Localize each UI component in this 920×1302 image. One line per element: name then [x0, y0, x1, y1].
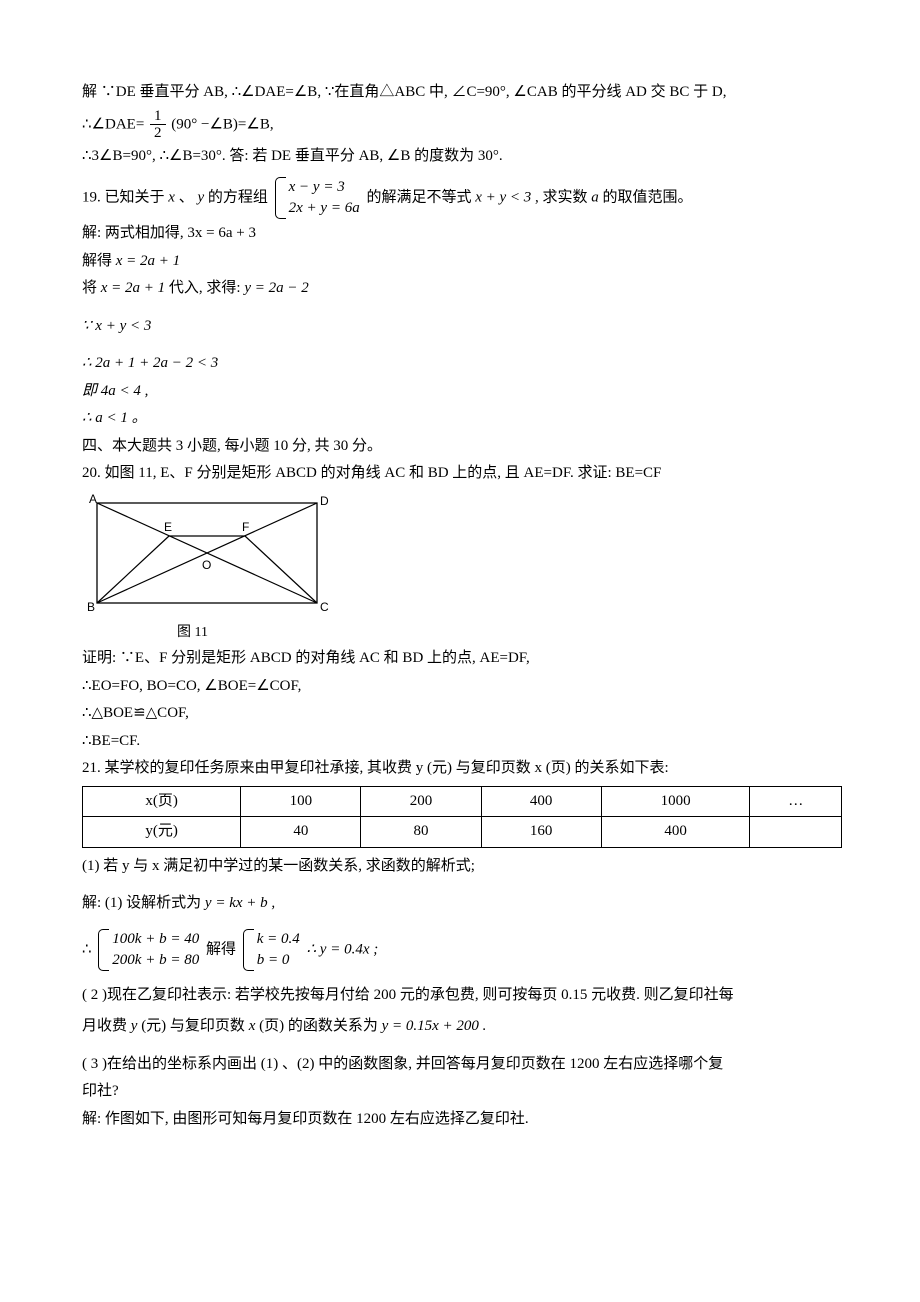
p19-sol1-text: 解: 两式相加得, 3x = 6a + 3	[82, 225, 256, 241]
right-system: k = 0.4 b = 0	[243, 929, 300, 971]
var-a: a	[591, 189, 599, 205]
left-system: 100k + b = 40 200k + b = 80	[98, 929, 199, 971]
p21-s1a: 解: (1) 设解析式为	[82, 895, 201, 911]
cell: …	[750, 786, 842, 817]
cell: y(元)	[83, 817, 241, 848]
p21-mid: 解得	[206, 941, 236, 957]
p18-l2a: ∴∠DAE=	[82, 116, 144, 132]
p21-q2b-eq: y = 0.15x + 200 .	[382, 1018, 487, 1034]
p19-sol4: ∵ x + y < 3	[82, 314, 842, 340]
p21-q2b-c: (页) 的函数关系为	[259, 1018, 378, 1034]
p19-sol1: 解: 两式相加得, 3x = 6a + 3	[82, 221, 842, 247]
price-table: x(页) 100 200 400 1000 … y(元) 40 80 160 4…	[82, 786, 842, 848]
var-y: y	[197, 189, 204, 205]
p21-q2b-b: (元) 与复印页数	[141, 1018, 245, 1034]
table-row: x(页) 100 200 400 1000 …	[83, 786, 842, 817]
sysR-r1: k = 0.4	[257, 929, 300, 950]
cell: 160	[481, 817, 601, 848]
label-C: C	[320, 600, 329, 614]
rectangle-diagram: A D B C E F O	[82, 491, 332, 621]
frac-num: 1	[150, 108, 166, 126]
p19-stem-a: 19. 已知关于	[82, 189, 165, 205]
cell: 1000	[601, 786, 750, 817]
p19-stem-c: 的方程组	[208, 189, 268, 205]
label-D: D	[320, 494, 329, 508]
p19-sol3b: 代入, 求得:	[169, 280, 244, 296]
figure-caption: 图 11	[177, 621, 842, 645]
p21-s1b: y = kx + b ,	[205, 895, 275, 911]
sysR-r2: b = 0	[257, 950, 300, 971]
p21-system-line: ∴ 100k + b = 40 200k + b = 80 解得 k = 0.4…	[82, 929, 842, 971]
p18-line1: 解 ∵DE 垂直平分 AB, ∴∠DAE=∠B, ∵在直角△ABC 中, ∠C=…	[82, 80, 842, 106]
cell: x(页)	[83, 786, 241, 817]
table-row: y(元) 40 80 160 400	[83, 817, 842, 848]
p21-s1: 解: (1) 设解析式为 y = kx + b ,	[82, 891, 842, 917]
p19-sol3a: 将	[82, 280, 97, 296]
cell	[750, 817, 842, 848]
label-F: F	[242, 520, 249, 534]
sysL-r2: 200k + b = 80	[112, 950, 199, 971]
label-A: A	[89, 492, 97, 506]
p19-sol6-text: 即 4a < 4 ,	[82, 383, 148, 399]
p20-proof3: ∴△BOE≌△COF,	[82, 701, 842, 727]
p18-line2: ∴∠DAE= 1 2 (90° −∠B)=∠B,	[82, 108, 842, 142]
p20-proof4: ∴BE=CF.	[82, 729, 842, 755]
section-4-header: 四、本大题共 3 小题, 每小题 10 分, 共 30 分。	[82, 434, 842, 460]
p21-q3a: ( 3 )在给出的坐标系内画出 (1) 、(2) 中的函数图象, 并回答每月复印…	[82, 1052, 842, 1078]
equation-system: x − y = 3 2x + y = 6a	[275, 177, 360, 219]
var-x: x	[168, 189, 175, 205]
p19-stem: 19. 已知关于 x 、 y 的方程组 x − y = 3 2x + y = 6…	[82, 177, 842, 219]
p19-stem-d: 的解满足不等式	[366, 189, 471, 205]
p18-l2b: (90° −∠B)=∠B,	[171, 116, 273, 132]
p20-proof1: 证明: ∵E、F 分别是矩形 ABCD 的对角线 AC 和 BD 上的点, AE…	[82, 646, 842, 672]
p19-sol3: 将 x = 2a + 1 代入, 求得: y = 2a − 2	[82, 276, 842, 302]
cell: 80	[361, 817, 481, 848]
label-B: B	[87, 600, 95, 614]
cell: 40	[241, 817, 361, 848]
cell: 100	[241, 786, 361, 817]
cell: 200	[361, 786, 481, 817]
p19-sol6: 即 4a < 4 ,	[82, 379, 842, 405]
p19-stem-f: 的取值范围。	[603, 189, 693, 205]
p20-proof2: ∴EO=FO, BO=CO, ∠BOE=∠COF,	[82, 674, 842, 700]
cell: 400	[601, 817, 750, 848]
sysL-r1: 100k + b = 40	[112, 929, 199, 950]
p19-sol3-mid: x = 2a + 1	[101, 280, 165, 296]
p21-s3: 解: 作图如下, 由图形可知每月复印页数在 1200 左右应选择乙复印社.	[82, 1107, 842, 1133]
fraction-one-half: 1 2	[150, 108, 166, 142]
p21-q2b-a: 月收费	[82, 1018, 127, 1034]
label-E: E	[164, 520, 172, 534]
sys-row2: 2x + y = 6a	[289, 198, 360, 219]
p20-stem: 20. 如图 11, E、F 分别是矩形 ABCD 的对角线 AC 和 BD 上…	[82, 461, 842, 487]
var-y2: y	[131, 1018, 141, 1034]
cell: 400	[481, 786, 601, 817]
p19-stem-e: , 求实数	[535, 189, 588, 205]
p19-sol7: ∴ a < 1 。	[82, 406, 842, 432]
p21-q2a: ( 2 )现在乙复印社表示: 若学校先按每月付给 200 元的承包费, 则可按每…	[82, 983, 842, 1009]
p18-line3: ∴3∠B=90°, ∴∠B=30°. 答: 若 DE 垂直平分 AB, ∠B 的…	[82, 144, 842, 170]
frac-den: 2	[150, 125, 166, 142]
p21-q3b: 印社?	[82, 1079, 842, 1105]
p19-sol2: 解得 解得 x = 2a + 1x = 2a + 1	[82, 249, 842, 275]
p19-stem-b: 、	[179, 189, 194, 205]
p21-stem: 21. 某学校的复印任务原来由甲复印社承接, 其收费 y (元) 与复印页数 x…	[82, 756, 842, 782]
p21-q2b: 月收费 y (元) 与复印页数 x (页) 的函数关系为 y = 0.15x +…	[82, 1014, 842, 1040]
label-O: O	[202, 558, 211, 572]
p21-concl: ∴ y = 0.4x ;	[307, 941, 379, 957]
var-x2: x	[249, 1018, 259, 1034]
p19-sol5: ∴ 2a + 1 + 2a − 2 < 3	[82, 351, 842, 377]
sys-row1: x − y = 3	[289, 177, 360, 198]
p19-ineq: x + y < 3	[475, 189, 531, 205]
p19-sol7-text: ∴ a < 1 。	[82, 410, 147, 426]
p21-q1: (1) 若 y 与 x 满足初中学过的某一函数关系, 求函数的解析式;	[82, 854, 842, 880]
p19-sol3-end: y = 2a − 2	[244, 280, 308, 296]
